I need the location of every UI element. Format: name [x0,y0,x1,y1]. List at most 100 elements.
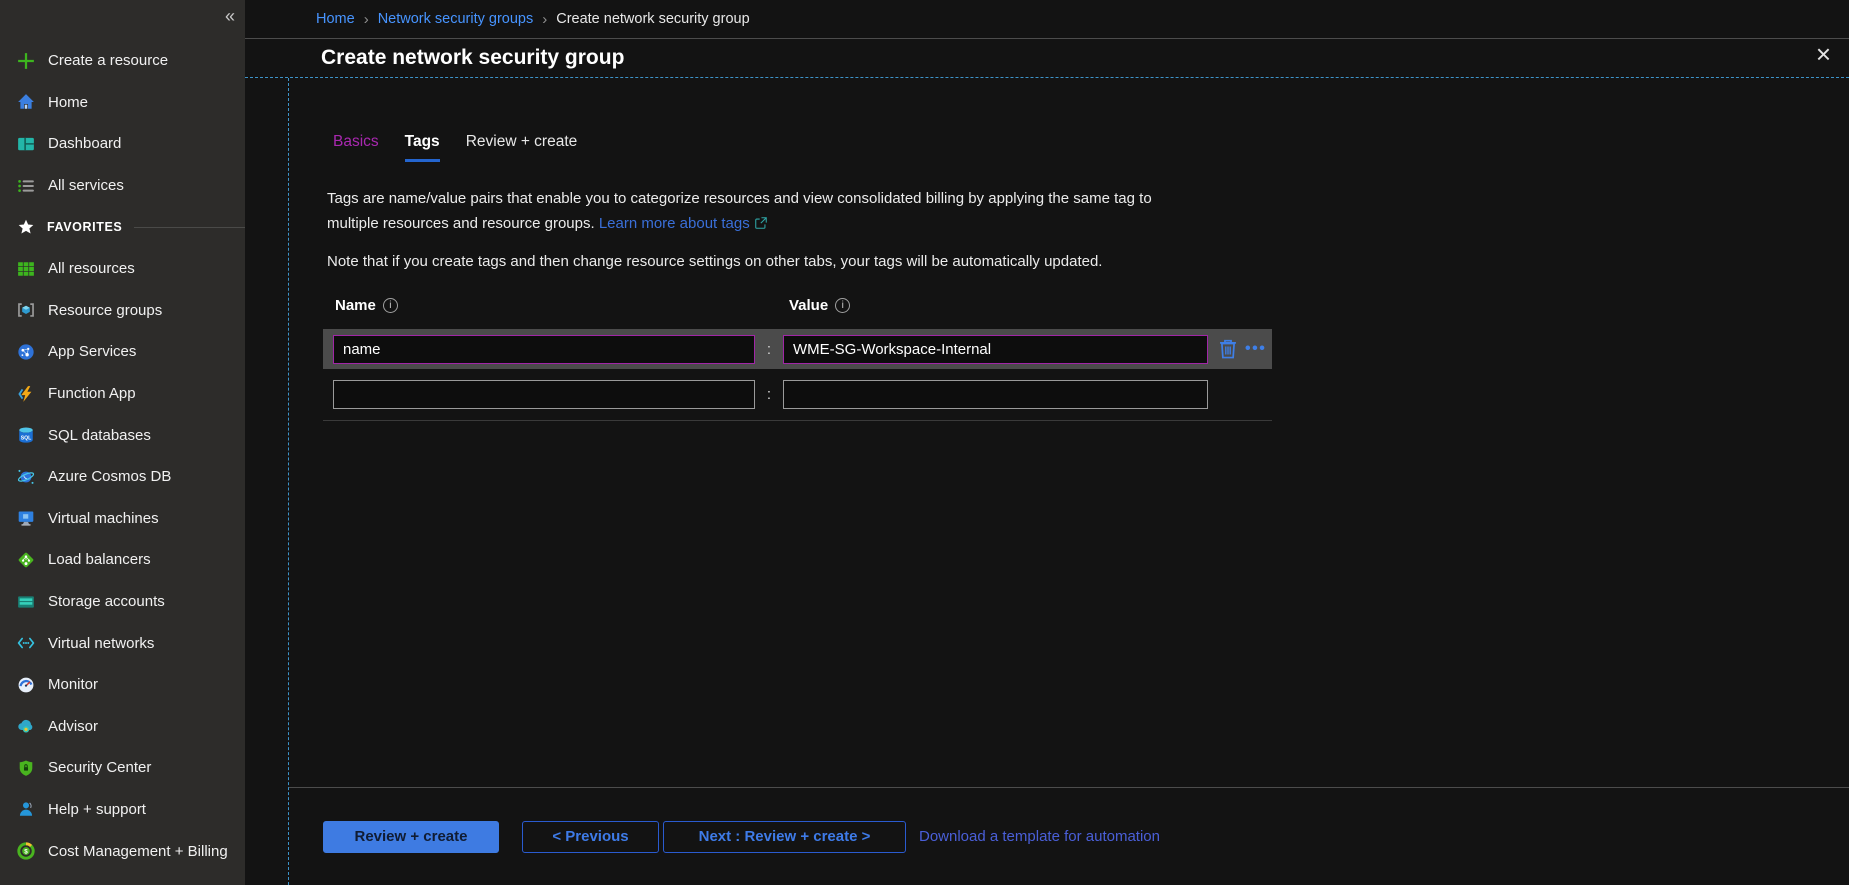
virtual-machines-icon [17,509,35,527]
tab-tags[interactable]: Tags [405,133,440,162]
tab-review-create[interactable]: Review + create [466,133,578,162]
monitor-icon [17,676,35,694]
sidebar-item-label: Function App [48,385,136,402]
svg-text:$: $ [24,848,28,855]
sidebar-item-all-resources[interactable]: All resources [0,248,245,290]
help-support-icon [17,800,35,818]
previous-button[interactable]: < Previous [522,821,659,853]
breadcrumb-separator-icon: › [542,11,547,28]
favorites-divider [134,227,245,228]
storage-accounts-icon [17,593,35,611]
sidebar-item-home[interactable]: Home [0,82,245,124]
sidebar-item-resource-groups[interactable]: Resource groups [0,290,245,332]
resource-groups-icon [17,301,35,319]
breadcrumb-nsg-link[interactable]: Network security groups [378,11,534,27]
sidebar-item-monitor[interactable]: Monitor [0,664,245,706]
main-panel: Home › Network security groups › Create … [245,0,1849,885]
sidebar-item-label: Security Center [48,759,151,776]
sidebar-item-load-balancers[interactable]: Load balancers [0,539,245,581]
sidebar-item-azure-cosmos-db[interactable]: Azure Cosmos DB [0,456,245,498]
tag-name-input[interactable] [333,335,755,364]
home-icon [17,93,35,111]
sidebar-item-label: Cost Management + Billing [48,843,228,860]
favorites-label: FAVORITES [47,220,122,234]
sidebar-item-label: Create a resource [48,52,168,69]
name-info-icon[interactable]: i [383,298,398,313]
sidebar-item-label: SQL databases [48,427,151,444]
learn-more-link[interactable]: Learn more about tags [599,215,750,232]
azure-portal: « Create a resource Home Dashboard All s… [0,0,1849,885]
function-app-icon [17,385,35,403]
sidebar-item-security-center[interactable]: Security Center [0,747,245,789]
sidebar-item-sql-databases[interactable]: SQL SQL databases [0,414,245,456]
sidebar-item-virtual-machines[interactable]: Virtual machines [0,498,245,540]
sidebar-item-virtual-networks[interactable]: Virtual networks [0,622,245,664]
sidebar-item-label: Dashboard [48,135,121,152]
tag-row: : [323,374,1272,414]
external-link-icon [754,216,768,230]
cost-management-icon: $ [17,842,35,860]
sidebar-collapse-icon[interactable]: « [225,6,235,27]
advisor-icon [17,717,35,735]
tag-separator: : [755,386,783,403]
sidebar-item-label: App Services [48,343,136,360]
breadcrumb-separator-icon: › [364,11,369,28]
sidebar-item-function-app[interactable]: Function App [0,373,245,415]
load-balancers-icon [17,551,35,569]
tag-name-input-empty[interactable] [333,380,755,409]
tags-grid-header: Name i Value i [323,297,1272,314]
sidebar-item-cost-management-billing[interactable]: $ Cost Management + Billing [0,830,245,872]
sidebar-item-label: All resources [48,260,135,277]
tab-strip: Basics Tags Review + create [333,133,1849,162]
tab-panel: Basics Tags Review + create Tags are nam… [245,77,1849,885]
svg-text:SQL: SQL [21,436,32,442]
breadcrumb-home-link[interactable]: Home [316,11,355,27]
tag-value-input-empty[interactable] [783,380,1208,409]
sidebar-item-advisor[interactable]: Advisor [0,706,245,748]
value-column-header: Value [789,297,828,314]
star-icon [17,218,35,236]
tag-row: : ••• [323,329,1272,369]
sidebar-item-label: Home [48,94,88,111]
close-icon[interactable]: × [1816,41,1831,67]
tab-basics[interactable]: Basics [333,133,379,162]
name-column-header: Name [335,297,376,314]
sidebar-item-label: Help + support [48,801,146,818]
sidebar-item-label: Azure Cosmos DB [48,468,171,485]
sidebar-item-create-a-resource[interactable]: Create a resource [0,40,245,82]
more-options-icon[interactable]: ••• [1245,341,1266,357]
sql-databases-icon: SQL [17,426,35,444]
value-info-icon[interactable]: i [835,298,850,313]
security-center-icon [17,759,35,777]
sidebar-item-label: Advisor [48,718,98,735]
download-template-link[interactable]: Download a template for automation [919,828,1160,845]
plus-icon [17,52,35,70]
tags-note: Note that if you create tags and then ch… [327,253,1849,270]
tags-grid: Name i Value i : [323,297,1272,421]
sidebar-item-all-services[interactable]: All services [0,165,245,207]
page-title: Create network security group [321,46,624,70]
sidebar-nav: Create a resource Home Dashboard All ser… [0,40,245,872]
breadcrumb-current: Create network security group [556,11,749,27]
sidebar-item-storage-accounts[interactable]: Storage accounts [0,581,245,623]
dashboard-icon [17,135,35,153]
sidebar-item-label: Resource groups [48,302,162,319]
tag-value-input[interactable] [783,335,1208,364]
title-bar: Create network security group × [245,38,1849,77]
description-line2: multiple resources and resource groups. [327,215,595,232]
description-line1: Tags are name/value pairs that enable yo… [327,190,1152,207]
delete-tag-icon[interactable] [1218,338,1238,360]
sidebar: « Create a resource Home Dashboard All s… [0,0,245,885]
app-services-icon [17,343,35,361]
sidebar-item-app-services[interactable]: App Services [0,331,245,373]
favorites-header: FAVORITES [0,206,245,248]
virtual-networks-icon [17,634,35,652]
sidebar-item-dashboard[interactable]: Dashboard [0,123,245,165]
sidebar-item-help-support[interactable]: Help + support [0,789,245,831]
next-button[interactable]: Next : Review + create > [663,821,906,853]
sidebar-item-label: Monitor [48,676,98,693]
breadcrumb: Home › Network security groups › Create … [245,0,1849,38]
review-create-button[interactable]: Review + create [323,821,499,853]
grid-divider [323,420,1272,421]
azure-cosmos-db-icon [17,468,35,486]
